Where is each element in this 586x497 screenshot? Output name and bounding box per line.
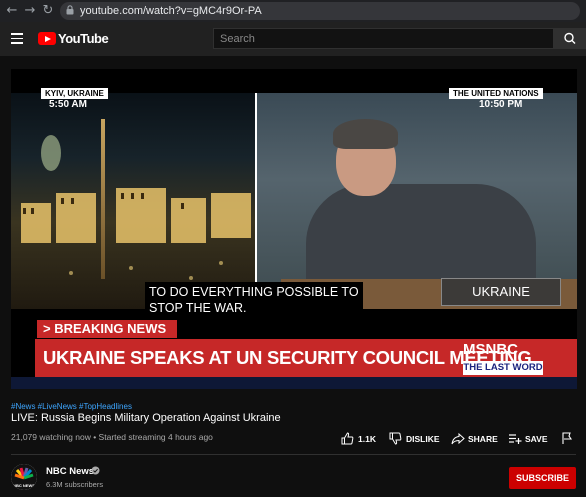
save-button[interactable]: SAVE bbox=[508, 432, 550, 446]
lower-strip bbox=[11, 377, 577, 389]
channel-name[interactable]: NBC News bbox=[46, 466, 94, 477]
like-button[interactable]: 1.1K bbox=[341, 432, 381, 446]
channel-avatar[interactable]: NBC NEWS bbox=[11, 464, 37, 490]
search-icon bbox=[564, 32, 576, 44]
kyiv-time-label: 5:50 AM bbox=[49, 99, 87, 110]
closed-caption: TO DO EVERYTHING POSSIBLE TO STOP THE WA… bbox=[145, 282, 363, 318]
thumbs-up-icon bbox=[341, 432, 354, 445]
headline-text: UKRAINE SPEAKS AT UN SECURITY COUNCIL ME… bbox=[43, 347, 532, 368]
speaker-hair bbox=[333, 119, 398, 149]
kyiv-city-lights bbox=[21, 135, 251, 280]
un-location-label: THE UNITED NATIONS bbox=[449, 88, 543, 99]
breaking-news-tag: > BREAKING NEWS bbox=[37, 320, 177, 338]
save-label: SAVE bbox=[525, 434, 548, 444]
nbc-peacock-icon: NBC NEWS bbox=[11, 464, 37, 490]
report-button[interactable] bbox=[561, 432, 575, 446]
independence-monument bbox=[101, 119, 105, 279]
youtube-logo-icon[interactable] bbox=[38, 32, 56, 45]
view-meta: 21,079 watching now • Started streaming … bbox=[11, 432, 213, 442]
like-count: 1.1K bbox=[358, 434, 376, 444]
video-player[interactable]: UKRAINE KYIV, UKRAINE 5:50 AM THE UNITED… bbox=[11, 69, 577, 389]
show-logo: THE LAST WORD bbox=[463, 361, 543, 375]
forward-icon[interactable]: → bbox=[22, 3, 38, 19]
search-input[interactable] bbox=[220, 28, 540, 49]
un-time-label: 10:50 PM bbox=[479, 99, 523, 110]
subscribe-button[interactable]: SUBSCRIBE bbox=[509, 467, 576, 489]
hamburger-menu-icon[interactable] bbox=[11, 33, 23, 44]
network-logo: MSNBC bbox=[463, 341, 518, 358]
flag-icon bbox=[562, 432, 573, 444]
dislike-button[interactable]: DISLIKE bbox=[389, 432, 441, 446]
verified-icon bbox=[91, 466, 100, 475]
youtube-wordmark[interactable]: YouTube bbox=[58, 31, 109, 46]
video-title: LIVE: Russia Begins Military Operation A… bbox=[11, 412, 281, 424]
dislike-label: DISLIKE bbox=[406, 434, 440, 444]
hashtags[interactable]: #News #LiveNews #TopHeadlines bbox=[11, 402, 132, 411]
thumbs-down-icon bbox=[389, 432, 402, 445]
share-icon bbox=[451, 432, 465, 445]
country-nameplate: UKRAINE bbox=[441, 278, 561, 306]
share-label: SHARE bbox=[468, 434, 498, 444]
search-button[interactable] bbox=[554, 28, 586, 49]
share-button[interactable]: SHARE bbox=[451, 432, 499, 446]
section-divider bbox=[11, 454, 576, 455]
lock-icon bbox=[66, 5, 74, 15]
kyiv-feed bbox=[11, 93, 255, 309]
kyiv-location-label: KYIV, UKRAINE bbox=[41, 88, 108, 99]
url-text[interactable]: youtube.com/watch?v=gMC4r9Or-PA bbox=[80, 3, 262, 19]
avatar-text: NBC NEWS bbox=[13, 483, 35, 488]
back-icon[interactable]: ← bbox=[4, 3, 20, 19]
reload-icon[interactable]: ↻ bbox=[40, 3, 56, 19]
add-to-playlist-icon bbox=[509, 434, 522, 444]
subscriber-count: 6.3M subscribers bbox=[46, 480, 104, 489]
